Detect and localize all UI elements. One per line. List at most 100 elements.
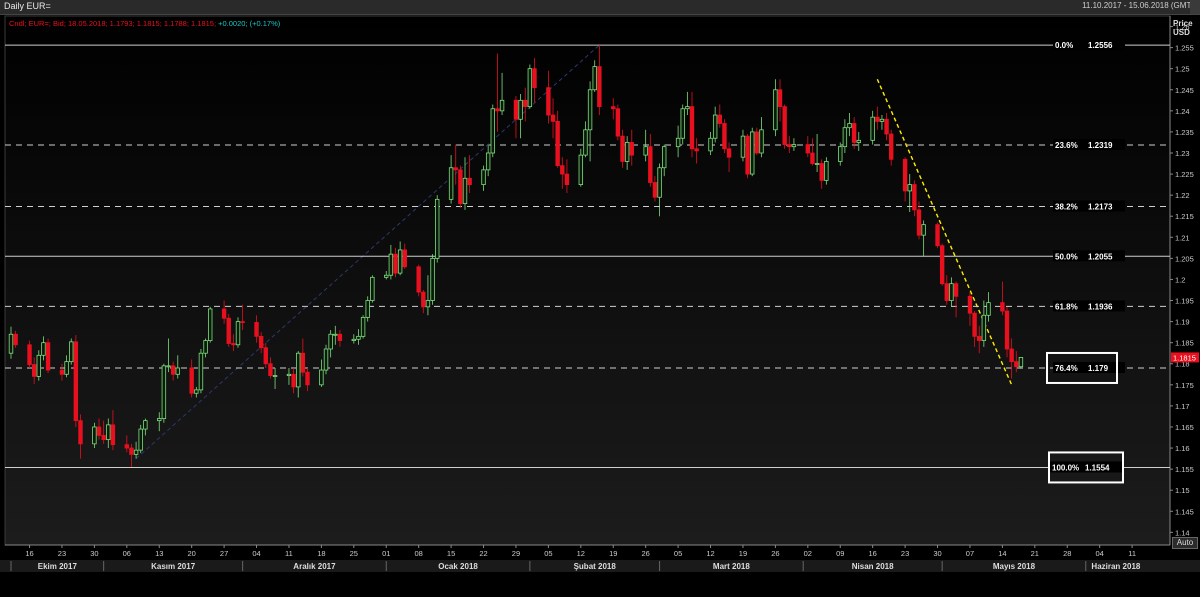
candle-body (226, 317, 231, 344)
candle-body (370, 276, 375, 301)
candle-body (689, 106, 695, 150)
fib-label: 0.0% (1055, 41, 1073, 50)
month-label: Ocak 2018 (438, 562, 478, 571)
x-tick-label: 30 (90, 549, 98, 558)
candle-body (268, 363, 273, 376)
candle-body (64, 361, 69, 375)
candle-body (397, 249, 403, 274)
y-tick-label: 1.175 (1175, 381, 1194, 390)
candle-body (819, 163, 824, 181)
candle-body (448, 167, 454, 200)
x-tick-label: 11 (285, 549, 293, 558)
y-tick-label: 1.165 (1175, 423, 1194, 432)
candle-body (333, 333, 338, 336)
fib-label: 76.4% (1055, 364, 1078, 373)
fib-label: 50.0% (1055, 252, 1078, 261)
x-tick-label: 02 (804, 549, 812, 558)
candle-body (611, 106, 616, 110)
candle-body (722, 123, 727, 150)
x-tick-label: 23 (901, 549, 909, 558)
candle-body (421, 291, 426, 308)
candle-body (884, 118, 889, 135)
candle-body (564, 173, 570, 186)
candle-body (365, 300, 370, 318)
candle-body (499, 99, 505, 112)
fib-value: 1.2055 (1088, 252, 1113, 261)
x-tick-label: 05 (674, 549, 682, 558)
candle-body (773, 89, 778, 131)
candle-body (527, 68, 533, 108)
candle-body (69, 341, 74, 363)
candle-body (1004, 310, 1010, 350)
window-title-bar: Daily EUR= 11.10.2017 - 15.06.2018 (GMT) (0, 0, 1200, 15)
y-tick-label: 1.23 (1175, 149, 1190, 158)
candle-body (110, 424, 116, 446)
y-tick-label: 1.205 (1175, 254, 1194, 263)
candle-body (92, 426, 97, 445)
candle-body (161, 365, 167, 419)
x-tick-label: 11 (1128, 549, 1136, 558)
x-tick-label: 16 (25, 549, 33, 558)
candle-body (45, 342, 51, 371)
candle-body (708, 137, 713, 152)
y-tick-label: 1.185 (1175, 339, 1194, 348)
candle-body (824, 161, 829, 181)
x-tick-label: 14 (998, 549, 1006, 558)
y-tick-label: 1.215 (1175, 212, 1194, 221)
candle-body (921, 224, 926, 236)
x-tick-label: 15 (447, 549, 455, 558)
x-tick-label: 18 (317, 549, 325, 558)
y-tick-label: 1.225 (1175, 170, 1194, 179)
candle-body (972, 312, 977, 337)
candle-body (615, 108, 621, 137)
candle-body (286, 373, 292, 376)
x-tick-label: 13 (155, 549, 163, 558)
candle-body (96, 426, 102, 436)
candle-body (351, 338, 357, 341)
auto-scale-button[interactable]: Auto (1172, 537, 1198, 549)
y-tick-label: 1.16 (1175, 444, 1190, 453)
candle-body (587, 89, 593, 131)
candle-body (305, 371, 310, 386)
y-tick-label: 1.2 (1175, 275, 1185, 284)
candle-body (648, 146, 653, 183)
x-tick-label: 25 (350, 549, 358, 558)
month-label: Şubat 2018 (574, 562, 617, 571)
candle-body (546, 87, 551, 116)
legend-ohlc: Cndl; EUR=; Bid; 18.05.2018; 1.1793; 1.1… (9, 19, 218, 28)
candle-body (106, 424, 111, 441)
candle-body (495, 108, 500, 112)
candle-body (170, 365, 176, 375)
x-tick-label: 12 (706, 549, 714, 558)
fib-value: 1.2319 (1088, 141, 1113, 150)
candle-body (842, 127, 848, 148)
x-tick-label: 19 (739, 549, 747, 558)
fib-label: 23.6% (1055, 141, 1078, 150)
fib-value: 1.1554 (1085, 463, 1110, 472)
candle-body (175, 367, 180, 375)
candle-body (300, 352, 306, 373)
candle-body (875, 116, 880, 122)
close-icon[interactable] (1190, 0, 1200, 14)
candle-body (8, 333, 14, 354)
candle-body (944, 283, 949, 301)
candle-body (847, 123, 852, 129)
candle-body (949, 283, 954, 301)
candle-body (458, 169, 463, 204)
fib-value: 1.2556 (1088, 41, 1113, 50)
candle-body (143, 420, 148, 430)
x-tick-label: 19 (609, 549, 617, 558)
candle-body (810, 152, 815, 164)
x-tick-label: 06 (123, 549, 131, 558)
candle-body (680, 108, 685, 139)
candle-body (652, 182, 658, 198)
candle-body (41, 342, 46, 356)
candle-body (870, 116, 875, 141)
candle-body (662, 146, 667, 169)
candle-body (235, 321, 241, 346)
candle-body (759, 129, 764, 154)
price-chart[interactable]: PriceUSD1.141.1451.151.1551.161.1651.171… (0, 14, 1200, 597)
candle-body (907, 184, 912, 192)
candle-body (939, 245, 945, 285)
candle-body (597, 66, 602, 108)
